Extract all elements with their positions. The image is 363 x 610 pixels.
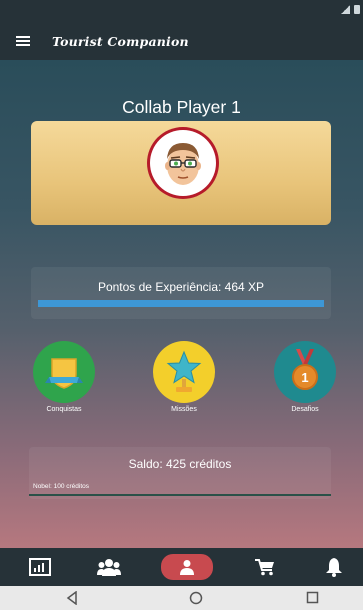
xp-progress-bar [38, 300, 324, 307]
home-icon[interactable] [189, 591, 203, 605]
app-bar: Tourist Companion [0, 22, 363, 60]
app-title: Tourist Companion [52, 33, 189, 49]
profile-content: Collab Player 1 Pontos de Experiência: 4… [0, 60, 363, 548]
group-icon [97, 559, 121, 576]
signal-icon [341, 5, 350, 14]
nav-shop[interactable] [248, 554, 282, 580]
star-trophy-icon [153, 341, 215, 403]
back-icon[interactable] [66, 591, 78, 605]
system-navigation-bar [0, 586, 363, 610]
nav-group[interactable] [92, 554, 126, 580]
xp-progress-fill [38, 300, 324, 307]
balance-card: Saldo: 425 créditos Nobel: 100 créditos [29, 447, 331, 499]
avatar[interactable] [147, 127, 219, 199]
status-icons [341, 5, 360, 14]
badge-conquistas[interactable]: Conquistas [33, 341, 95, 413]
nav-notifications[interactable] [317, 554, 351, 580]
status-bar [0, 0, 363, 22]
person-icon [180, 560, 194, 575]
medal-icon: 1 [274, 341, 336, 403]
level-label: Nobel: 100 créditos [33, 483, 90, 490]
avatar-card [31, 121, 331, 225]
avatar-face-icon [153, 133, 213, 193]
cart-icon [255, 559, 274, 576]
xp-card: Pontos de Experiência: 464 XP [31, 267, 331, 319]
badge-desafios[interactable]: 1 Desafios [274, 341, 336, 413]
stats-icon [29, 558, 51, 576]
badge-label: Missões [171, 406, 197, 413]
badge-label: Desafios [291, 406, 319, 413]
nav-stats[interactable] [23, 554, 57, 580]
svg-text:1: 1 [301, 370, 308, 385]
badge-missoes[interactable]: Missões [153, 341, 215, 413]
nav-profile[interactable] [161, 554, 213, 580]
menu-icon[interactable] [16, 36, 30, 46]
bell-icon [326, 558, 342, 577]
battery-icon [354, 5, 360, 14]
badge-label: Conquistas [46, 406, 82, 413]
shield-trophy-icon [33, 341, 95, 403]
bottom-navigation [0, 548, 363, 586]
balance-label: Saldo: 425 créditos [128, 457, 232, 471]
player-name: Collab Player 1 [122, 97, 241, 117]
level-divider [29, 494, 331, 496]
recents-icon[interactable] [306, 591, 319, 604]
xp-label: Pontos de Experiência: 464 XP [97, 280, 265, 294]
